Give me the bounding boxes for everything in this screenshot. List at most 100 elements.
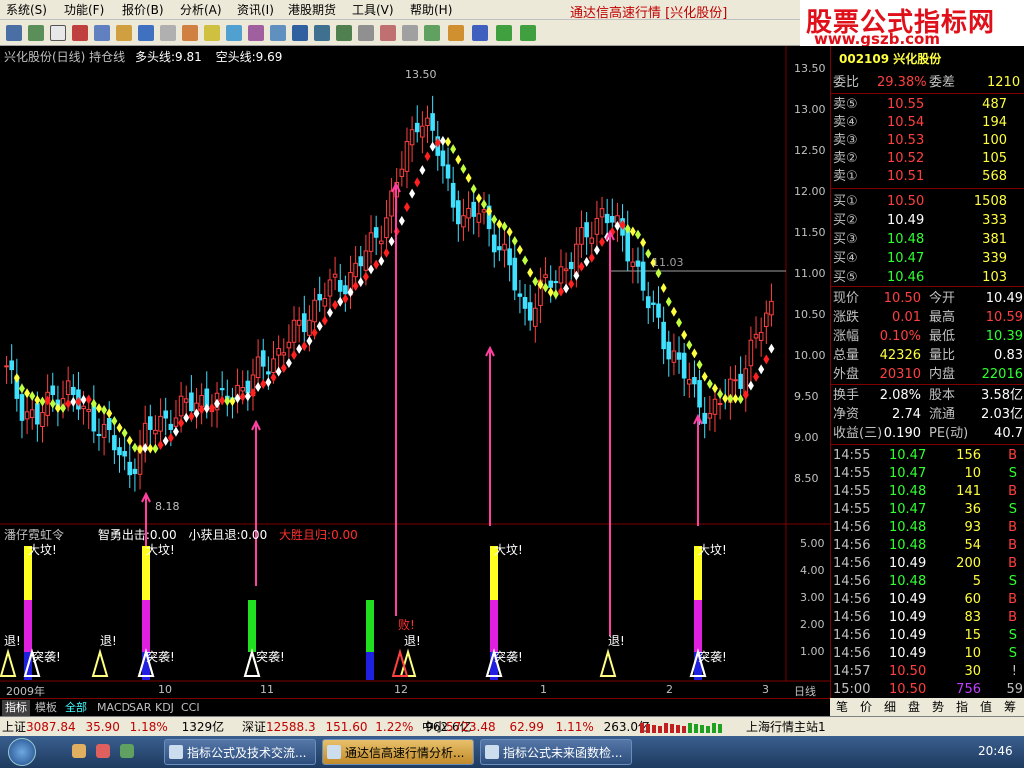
- server-name[interactable]: 上海行情主站1: [746, 719, 826, 735]
- tab-cci[interactable]: CCI: [178, 700, 203, 716]
- tab-indicator[interactable]: 指标: [2, 700, 30, 716]
- ma-marker: [583, 256, 590, 267]
- menu-quote[interactable]: 报价(B): [122, 2, 164, 18]
- menu-function[interactable]: 功能(F): [64, 2, 104, 18]
- stat-row: 换手 2.08% 股本 3.58亿: [831, 387, 1024, 405]
- news-icon[interactable]: [114, 23, 134, 43]
- tab-jia[interactable]: 价: [860, 699, 872, 715]
- tick-volume: 15: [964, 628, 981, 643]
- quick-launch-icon[interactable]: [72, 744, 86, 758]
- arrow-down-icon[interactable]: [518, 23, 538, 43]
- ask-price: 10.54: [887, 115, 925, 130]
- volume-bar: [652, 725, 656, 733]
- taskbar: 指标公式及技术交流... 通达信高速行情分析... 指标公式未来函数检... 2…: [0, 736, 1024, 768]
- menu-analysis[interactable]: 分析(A): [180, 2, 222, 18]
- settings-icon[interactable]: [356, 23, 376, 43]
- tab-template[interactable]: 模板: [32, 700, 60, 716]
- ma-marker: [552, 289, 559, 300]
- ma-marker: [460, 163, 467, 174]
- period-label[interactable]: 日线: [794, 683, 816, 699]
- task-label: 通达信高速行情分析...: [345, 746, 465, 760]
- chart-box-icon[interactable]: [224, 23, 244, 43]
- ma-marker: [326, 307, 333, 318]
- candle-body: [692, 377, 697, 385]
- kline-icon[interactable]: [70, 23, 90, 43]
- ma-marker: [383, 247, 390, 258]
- arrow-up-icon[interactable]: [494, 23, 514, 43]
- candle-body: [522, 297, 528, 309]
- menu-tools[interactable]: 工具(V): [352, 2, 394, 18]
- start-button[interactable]: [8, 738, 36, 766]
- task-button-active[interactable]: 通达信高速行情分析...: [322, 739, 474, 765]
- monitor-icon[interactable]: [334, 23, 354, 43]
- rsi-icon[interactable]: [290, 23, 310, 43]
- chart-area[interactable]: 兴化股份(日线) 持仓线 多头线:9.81 空头线:9.69 13.50 8.1…: [0, 46, 830, 698]
- candle-body: [19, 394, 25, 421]
- line-chart-icon[interactable]: [48, 23, 68, 43]
- tab-zhi2[interactable]: 值: [980, 699, 992, 715]
- task-button[interactable]: 指标公式未来函数检...: [480, 739, 632, 765]
- dollar-icon[interactable]: [202, 23, 222, 43]
- index-zx[interactable]: 中小5723.48 62.99 1.11% 263.0亿: [422, 719, 650, 735]
- quick-launch-icon[interactable]: [120, 744, 134, 758]
- ma-marker: [65, 398, 72, 409]
- ask-price: 10.52: [887, 151, 925, 166]
- tab-sar[interactable]: SAR: [126, 700, 154, 716]
- grid-icon[interactable]: [4, 23, 24, 43]
- tick-volume: 200: [956, 556, 981, 571]
- candle-body: [9, 360, 14, 371]
- table-icon[interactable]: [26, 23, 46, 43]
- tab-xi[interactable]: 细: [884, 699, 896, 715]
- date-tick: 3: [762, 683, 769, 696]
- ma-marker: [280, 363, 287, 374]
- export-icon[interactable]: [422, 23, 442, 43]
- tick-price: 10.48: [889, 538, 927, 553]
- tab-shi[interactable]: 势: [932, 699, 944, 715]
- tab-all[interactable]: 全部: [62, 700, 90, 716]
- candle-body: [399, 168, 405, 177]
- pen-icon[interactable]: [446, 23, 466, 43]
- search-icon[interactable]: [158, 23, 178, 43]
- menu-info[interactable]: 资讯(I): [237, 2, 274, 18]
- edit-icon[interactable]: [378, 23, 398, 43]
- tick-price: 10.47: [889, 466, 927, 481]
- screen-icon[interactable]: [312, 23, 332, 43]
- low-label: 8.18: [155, 500, 180, 513]
- signal-text: 退!: [608, 634, 625, 648]
- indicator-title: 潘仔霓虹令: [4, 528, 65, 542]
- ma-marker: [101, 404, 108, 415]
- tab-chou[interactable]: 筹: [1004, 699, 1016, 715]
- users-icon[interactable]: [180, 23, 200, 43]
- ask-volume: 105: [982, 151, 1007, 166]
- ma-marker: [501, 221, 508, 232]
- menu-hk-futures[interactable]: 港股期货: [288, 2, 336, 18]
- tab-bi[interactable]: 笔: [836, 699, 848, 715]
- ma-marker: [183, 412, 190, 423]
- quick-launch-icon[interactable]: [96, 744, 110, 758]
- tick-volume: 156: [956, 448, 981, 463]
- report-icon[interactable]: [92, 23, 112, 43]
- tab-kdj[interactable]: KDJ: [152, 700, 177, 716]
- window-icon[interactable]: [136, 23, 156, 43]
- menu-system[interactable]: 系统(S): [6, 2, 47, 18]
- task-button[interactable]: 指标公式及技术交流...: [164, 739, 316, 765]
- ma-marker: [480, 199, 487, 210]
- volume-bar: [670, 724, 674, 733]
- tab-pan[interactable]: 盘: [908, 699, 920, 715]
- candle-body: [353, 262, 358, 278]
- info-icon[interactable]: [268, 23, 288, 43]
- kline-chart[interactable]: [0, 46, 830, 698]
- signal-text: 突袭!: [256, 650, 285, 664]
- tick-price: 10.49: [889, 592, 927, 607]
- tools-icon[interactable]: [400, 23, 420, 43]
- clock[interactable]: 20:46: [978, 744, 1013, 758]
- ma-marker: [219, 395, 226, 406]
- stat-value: 0.190: [883, 426, 921, 441]
- formula-icon[interactable]: [246, 23, 266, 43]
- ma-marker: [388, 236, 395, 247]
- index-sh[interactable]: 上证3087.84 35.90 1.18% 1329亿: [2, 719, 224, 735]
- menu-help[interactable]: 帮助(H): [410, 2, 452, 18]
- tick-row: 14:56 10.49 15 S: [831, 627, 1024, 645]
- move-icon[interactable]: [470, 23, 490, 43]
- tab-zhi[interactable]: 指: [956, 699, 968, 715]
